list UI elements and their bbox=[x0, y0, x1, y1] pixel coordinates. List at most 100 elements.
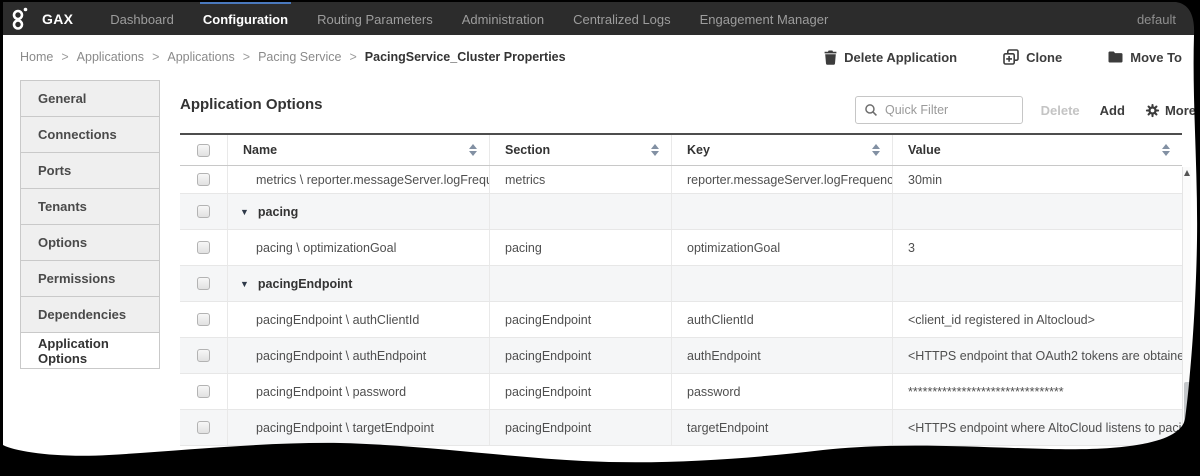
cell-name: pacing \ optimizationGoal bbox=[228, 230, 490, 265]
sidebar-item-general[interactable]: General bbox=[20, 81, 160, 117]
cell-key: reporter.messageServer.logFrequency bbox=[672, 166, 893, 193]
cell-section: pacingEndpoint bbox=[490, 302, 672, 337]
group-label: pacingEndpoint bbox=[258, 277, 352, 291]
cell-value: 30min bbox=[893, 166, 1182, 193]
sort-icon[interactable] bbox=[872, 144, 880, 156]
breadcrumb-bar: Home > Applications > Applications > Pac… bbox=[0, 35, 1200, 79]
active-tab-indicator bbox=[200, 0, 291, 4]
gax-logo-icon bbox=[10, 6, 30, 32]
row-checkbox[interactable] bbox=[197, 277, 210, 290]
group-row-pacing[interactable]: ▼ pacing bbox=[180, 194, 1182, 230]
row-checkbox[interactable] bbox=[197, 173, 210, 186]
select-all-checkbox[interactable] bbox=[197, 144, 210, 157]
table-scrollbar[interactable] bbox=[1182, 167, 1191, 455]
column-header-section[interactable]: Section bbox=[490, 135, 672, 165]
move-to-button[interactable]: Move To bbox=[1108, 50, 1182, 65]
table-row[interactable]: pacingEndpoint \ password pacingEndpoint… bbox=[180, 374, 1182, 410]
table-row[interactable]: metrics \ reporter.messageServer.logFreq… bbox=[180, 166, 1182, 194]
page-title: Application Options bbox=[180, 96, 323, 113]
table-row[interactable]: pacingEndpoint \ targetEndpoint pacingEn… bbox=[180, 410, 1182, 446]
nav-item-engagement-manager[interactable]: Engagement Manager bbox=[697, 3, 832, 35]
table-row[interactable]: pacingEndpoint \ authEndpoint pacingEndp… bbox=[180, 338, 1182, 374]
row-checkbox[interactable] bbox=[197, 313, 210, 326]
scrollbar-thumb[interactable] bbox=[1184, 382, 1191, 438]
breadcrumb-applications-1[interactable]: Applications bbox=[77, 50, 144, 64]
collapse-icon[interactable]: ▼ bbox=[240, 207, 249, 217]
cell-value: <HTTPS endpoint that OAuth2 tokens are o… bbox=[893, 338, 1182, 373]
sidebar-item-permissions[interactable]: Permissions bbox=[20, 261, 160, 297]
row-checkbox[interactable] bbox=[197, 349, 210, 362]
sidebar-item-application-options[interactable]: Application Options bbox=[20, 333, 160, 369]
collapse-icon[interactable]: ▼ bbox=[240, 279, 249, 289]
breadcrumb-separator: > bbox=[61, 50, 68, 64]
search-icon bbox=[864, 103, 878, 117]
nav-item-centralized-logs[interactable]: Centralized Logs bbox=[570, 3, 674, 35]
cell-section: pacingEndpoint bbox=[490, 374, 672, 409]
scroll-down-arrow[interactable] bbox=[1184, 446, 1190, 452]
gax-window: GAX Dashboard Configuration Routing Para… bbox=[0, 0, 1200, 476]
cell-name: metrics \ reporter.messageServer.logFreq… bbox=[228, 166, 490, 193]
nav-item-routing-parameters[interactable]: Routing Parameters bbox=[314, 3, 436, 35]
quick-filter-box bbox=[855, 96, 1023, 124]
breadcrumb-separator: > bbox=[152, 50, 159, 64]
breadcrumb-applications-2[interactable]: Applications bbox=[167, 50, 234, 64]
nav-item-dashboard[interactable]: Dashboard bbox=[107, 3, 177, 35]
breadcrumb-pacing-service[interactable]: Pacing Service bbox=[258, 50, 341, 64]
cell-section: pacing bbox=[490, 230, 672, 265]
cell-name: pacingEndpoint \ password bbox=[228, 374, 490, 409]
app-brand: GAX bbox=[42, 11, 73, 27]
trash-icon bbox=[824, 50, 837, 65]
tenant-label[interactable]: default bbox=[1137, 12, 1176, 27]
scroll-up-arrow[interactable] bbox=[1184, 170, 1190, 176]
row-checkbox[interactable] bbox=[197, 385, 210, 398]
more-button[interactable]: More bbox=[1145, 103, 1196, 118]
row-checkbox[interactable] bbox=[197, 205, 210, 218]
quick-filter-input[interactable] bbox=[885, 103, 1005, 117]
page-actions: Delete Application Clone Move To bbox=[824, 49, 1190, 65]
folder-icon bbox=[1108, 51, 1123, 63]
sidebar-item-connections[interactable]: Connections bbox=[20, 117, 160, 153]
table-row[interactable]: pacingEndpoint \ authClientId pacingEndp… bbox=[180, 302, 1182, 338]
row-checkbox[interactable] bbox=[197, 241, 210, 254]
sort-icon[interactable] bbox=[469, 144, 477, 156]
column-header-value[interactable]: Value bbox=[893, 135, 1182, 165]
row-checkbox[interactable] bbox=[197, 421, 210, 434]
application-options-table: Name Section Key Value metrics \ reporte… bbox=[180, 133, 1182, 446]
sort-icon[interactable] bbox=[1162, 144, 1170, 156]
sidebar-item-tenants[interactable]: Tenants bbox=[20, 189, 160, 225]
table-row[interactable]: pacing \ optimizationGoal pacing optimiz… bbox=[180, 230, 1182, 266]
cell-key: authEndpoint bbox=[672, 338, 893, 373]
cell-value: ******************************** bbox=[893, 374, 1182, 409]
nav-item-administration[interactable]: Administration bbox=[459, 3, 547, 35]
cell-value: <client_id registered in Altocloud> bbox=[893, 302, 1182, 337]
cell-section: metrics bbox=[490, 166, 672, 193]
group-row-pacingendpoint[interactable]: ▼ pacingEndpoint bbox=[180, 266, 1182, 302]
nav-items: Dashboard Configuration Routing Paramete… bbox=[107, 3, 831, 35]
cell-name: pacingEndpoint \ targetEndpoint bbox=[228, 410, 490, 445]
add-option-button[interactable]: Add bbox=[1100, 103, 1125, 118]
cell-key: targetEndpoint bbox=[672, 410, 893, 445]
gear-icon bbox=[1145, 103, 1160, 118]
cell-key: optimizationGoal bbox=[672, 230, 893, 265]
cell-section: pacingEndpoint bbox=[490, 410, 672, 445]
breadcrumb-separator: > bbox=[243, 50, 250, 64]
breadcrumb-separator: > bbox=[349, 50, 356, 64]
sidebar-item-dependencies[interactable]: Dependencies bbox=[20, 297, 160, 333]
delete-option-button[interactable]: Delete bbox=[1041, 103, 1080, 118]
nav-item-configuration[interactable]: Configuration bbox=[200, 3, 291, 35]
sort-icon[interactable] bbox=[651, 144, 659, 156]
sidebar-item-options[interactable]: Options bbox=[20, 225, 160, 261]
cell-key: password bbox=[672, 374, 893, 409]
cell-section: pacingEndpoint bbox=[490, 338, 672, 373]
group-label: pacing bbox=[258, 205, 298, 219]
table-header-row: Name Section Key Value bbox=[180, 133, 1182, 166]
cell-name: pacingEndpoint \ authClientId bbox=[228, 302, 490, 337]
clone-button[interactable]: Clone bbox=[1003, 49, 1062, 65]
column-header-key[interactable]: Key bbox=[672, 135, 893, 165]
delete-application-button[interactable]: Delete Application bbox=[824, 50, 957, 65]
breadcrumb-current: PacingService_Cluster Properties bbox=[365, 50, 566, 64]
column-header-name[interactable]: Name bbox=[228, 135, 490, 165]
sidebar-item-ports[interactable]: Ports bbox=[20, 153, 160, 189]
breadcrumb-home[interactable]: Home bbox=[20, 50, 53, 64]
clone-icon bbox=[1003, 49, 1019, 65]
